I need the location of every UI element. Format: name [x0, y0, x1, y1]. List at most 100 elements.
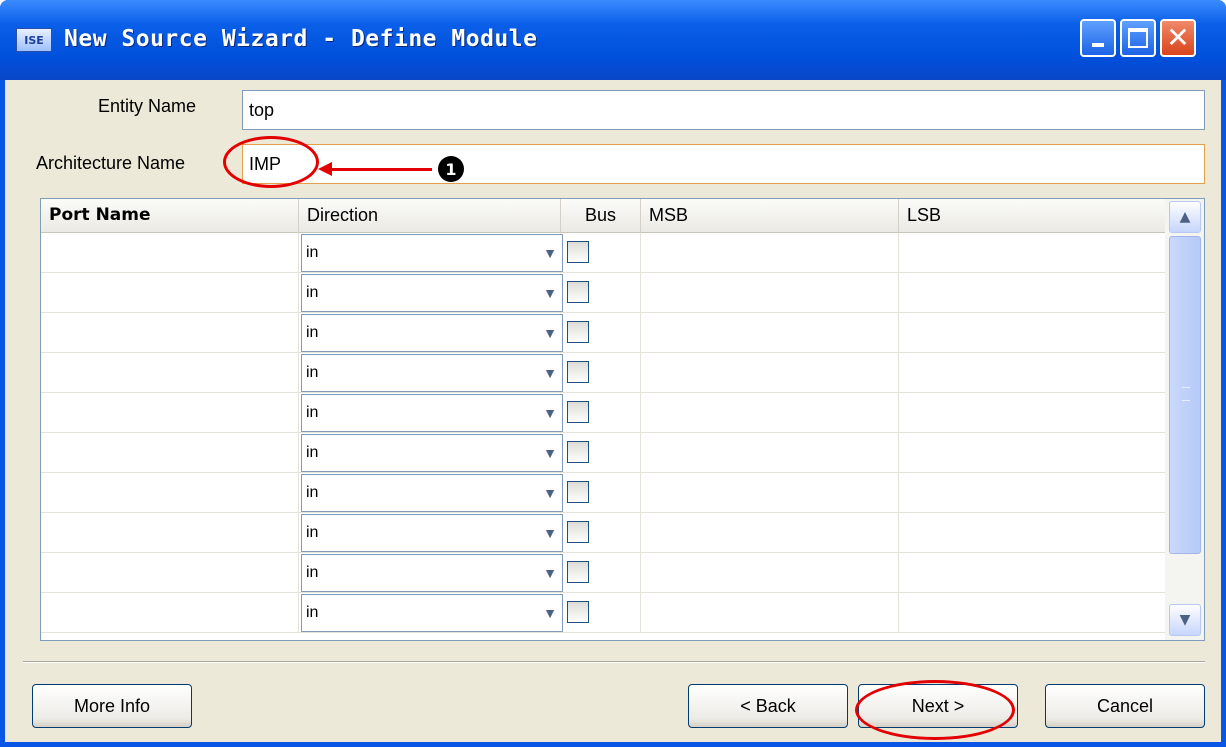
lsb-cell[interactable]	[899, 593, 1165, 633]
direction-select[interactable]: in ▼	[301, 354, 563, 392]
bus-checkbox[interactable]	[567, 321, 589, 343]
entity-name-input[interactable]: top	[242, 90, 1205, 130]
bus-checkbox[interactable]	[567, 281, 589, 303]
chevron-down-icon[interactable]: ▼	[540, 283, 560, 303]
msb-cell[interactable]	[641, 553, 899, 593]
chevron-down-icon[interactable]: ▼	[540, 523, 560, 543]
vertical-scrollbar[interactable]: ▲ ▼	[1165, 199, 1204, 640]
bus-checkbox[interactable]	[567, 241, 589, 263]
direction-select[interactable]: in ▼	[301, 514, 563, 552]
port-name-cell[interactable]	[41, 353, 299, 393]
header-direction[interactable]: Direction	[299, 199, 561, 233]
lsb-cell[interactable]	[899, 313, 1165, 353]
more-info-label: More Info	[73, 695, 151, 716]
port-name-cell[interactable]	[41, 273, 299, 313]
port-name-cell[interactable]	[41, 433, 299, 473]
header-bus[interactable]: Bus	[561, 199, 641, 233]
bus-cell	[561, 593, 641, 633]
scrollbar-thumb[interactable]	[1169, 236, 1201, 554]
more-info-button[interactable]: More Info	[32, 684, 192, 728]
direction-select[interactable]: in ▼	[301, 434, 563, 472]
chevron-down-icon[interactable]: ▼	[540, 483, 560, 503]
direction-select[interactable]: in ▼	[301, 394, 563, 432]
direction-select[interactable]: in ▼	[301, 474, 563, 512]
lsb-cell[interactable]	[899, 353, 1165, 393]
bus-checkbox[interactable]	[567, 521, 589, 543]
msb-cell[interactable]	[641, 273, 899, 313]
bus-checkbox[interactable]	[567, 561, 589, 583]
direction-value: in	[306, 444, 319, 461]
bus-cell	[561, 393, 641, 433]
direction-cell: in ▼	[299, 273, 563, 313]
port-name-cell[interactable]	[41, 233, 299, 273]
chevron-down-icon[interactable]: ▼	[540, 323, 560, 343]
msb-cell[interactable]	[641, 593, 899, 633]
msb-cell[interactable]	[641, 433, 899, 473]
direction-value: in	[306, 244, 319, 261]
direction-select[interactable]: in ▼	[301, 274, 563, 312]
chevron-down-icon[interactable]: ▼	[540, 243, 560, 263]
entity-name-label: Entity Name	[98, 96, 197, 116]
bus-cell	[561, 233, 641, 273]
scroll-down-button[interactable]: ▼	[1169, 604, 1201, 636]
bus-checkbox[interactable]	[567, 441, 589, 463]
lsb-cell[interactable]	[899, 393, 1165, 433]
bus-checkbox[interactable]	[567, 481, 589, 503]
direction-select[interactable]: in ▼	[301, 594, 563, 632]
header-port-name[interactable]: Port Name	[41, 199, 299, 233]
lsb-cell[interactable]	[899, 233, 1165, 273]
msb-cell[interactable]	[641, 353, 899, 393]
title-bar[interactable]: ISE New Source Wizard - Define Module ✕	[0, 0, 1226, 80]
table-row: in ▼	[41, 513, 1165, 553]
minimize-button[interactable]	[1080, 19, 1116, 57]
cancel-label: Cancel	[1096, 695, 1154, 716]
maximize-button[interactable]	[1120, 19, 1156, 57]
port-name-cell[interactable]	[41, 593, 299, 633]
back-label: < Back	[740, 695, 796, 716]
direction-value: in	[306, 524, 319, 541]
port-name-cell[interactable]	[41, 393, 299, 433]
next-button[interactable]: Next >	[858, 684, 1018, 728]
lsb-cell[interactable]	[899, 433, 1165, 473]
direction-select[interactable]: in ▼	[301, 234, 563, 272]
cancel-button[interactable]: Cancel	[1045, 684, 1205, 728]
port-name-cell[interactable]	[41, 313, 299, 353]
chevron-down-icon[interactable]: ▼	[540, 363, 560, 383]
chevron-down-icon: ▼	[1179, 612, 1191, 628]
chevron-down-icon[interactable]: ▼	[540, 403, 560, 423]
architecture-name-input[interactable]: IMP	[242, 144, 1205, 184]
chevron-down-icon[interactable]: ▼	[540, 443, 560, 463]
lsb-cell[interactable]	[899, 553, 1165, 593]
header-msb[interactable]: MSB	[641, 199, 899, 233]
lsb-cell[interactable]	[899, 513, 1165, 553]
dialog-body: Entity Name top Architecture Name IMP Po…	[5, 80, 1221, 742]
msb-cell[interactable]	[641, 513, 899, 553]
port-name-cell[interactable]	[41, 553, 299, 593]
port-table: Port Name Direction Bus MSB LSB in ▼ in ▼ in…	[40, 198, 1205, 641]
msb-cell[interactable]	[641, 393, 899, 433]
msb-cell[interactable]	[641, 313, 899, 353]
chevron-down-icon[interactable]: ▼	[540, 563, 560, 583]
direction-value: in	[306, 324, 319, 341]
lsb-cell[interactable]	[899, 473, 1165, 513]
msb-cell[interactable]	[641, 233, 899, 273]
bus-checkbox[interactable]	[567, 601, 589, 623]
direction-value: in	[306, 564, 319, 581]
chevron-down-icon[interactable]: ▼	[540, 603, 560, 623]
minimize-icon	[1092, 43, 1104, 47]
close-button[interactable]: ✕	[1160, 19, 1196, 57]
port-name-cell[interactable]	[41, 473, 299, 513]
direction-select[interactable]: in ▼	[301, 554, 563, 592]
bus-checkbox[interactable]	[567, 401, 589, 423]
back-button[interactable]: < Back	[688, 684, 848, 728]
maximize-icon	[1128, 28, 1148, 48]
bus-checkbox[interactable]	[567, 361, 589, 383]
direction-cell: in ▼	[299, 433, 563, 473]
window-title: New Source Wizard - Define Module	[64, 26, 538, 52]
lsb-cell[interactable]	[899, 273, 1165, 313]
header-lsb[interactable]: LSB	[899, 199, 1165, 233]
direction-select[interactable]: in ▼	[301, 314, 563, 352]
scroll-up-button[interactable]: ▲	[1169, 201, 1201, 233]
port-name-cell[interactable]	[41, 513, 299, 553]
msb-cell[interactable]	[641, 473, 899, 513]
